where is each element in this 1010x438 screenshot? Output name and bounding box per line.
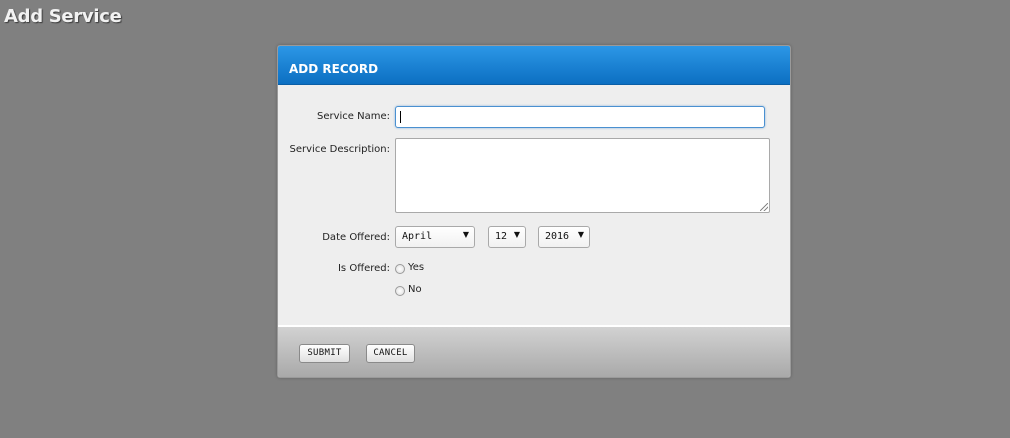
page-title: Add Service	[4, 6, 122, 27]
chevron-down-icon: ▼	[462, 230, 469, 239]
cancel-button[interactable]: CANCEL	[366, 344, 415, 363]
chevron-down-icon: ▼	[577, 230, 584, 239]
resize-grip-icon[interactable]	[760, 203, 768, 211]
dialog-header: ADD RECORD	[278, 46, 790, 85]
radio-button[interactable]	[395, 264, 405, 274]
day-select[interactable]: 12 ▼	[488, 226, 526, 248]
month-select[interactable]: April ▼	[395, 226, 475, 248]
service-name-label: Service Name:	[316, 111, 390, 122]
radio-label-yes[interactable]: Yes	[408, 262, 424, 273]
radio-label-no[interactable]: No	[408, 284, 422, 295]
is-offered-label: Is Offered:	[337, 263, 390, 274]
year-select-value: 2016	[545, 231, 570, 242]
service-description-textarea[interactable]	[395, 138, 770, 213]
dialog-footer: SUBMIT CANCEL	[278, 325, 790, 377]
year-select[interactable]: 2016 ▼	[538, 226, 590, 248]
radio-button[interactable]	[395, 286, 405, 296]
day-select-value: 12	[495, 231, 508, 242]
text-caret	[400, 111, 401, 123]
add-record-dialog: ADD RECORD Service Name: Service Descrip…	[277, 45, 791, 378]
dialog-body: Service Name: Service Description: Date …	[278, 85, 790, 325]
dialog-title: ADD RECORD	[289, 62, 379, 76]
submit-button[interactable]: SUBMIT	[299, 344, 350, 363]
date-offered-label: Date Offered:	[322, 232, 390, 243]
chevron-down-icon: ▼	[513, 230, 520, 239]
month-select-value: April	[402, 231, 433, 242]
service-description-label: Service Description:	[289, 144, 390, 155]
service-name-input[interactable]	[395, 106, 765, 128]
